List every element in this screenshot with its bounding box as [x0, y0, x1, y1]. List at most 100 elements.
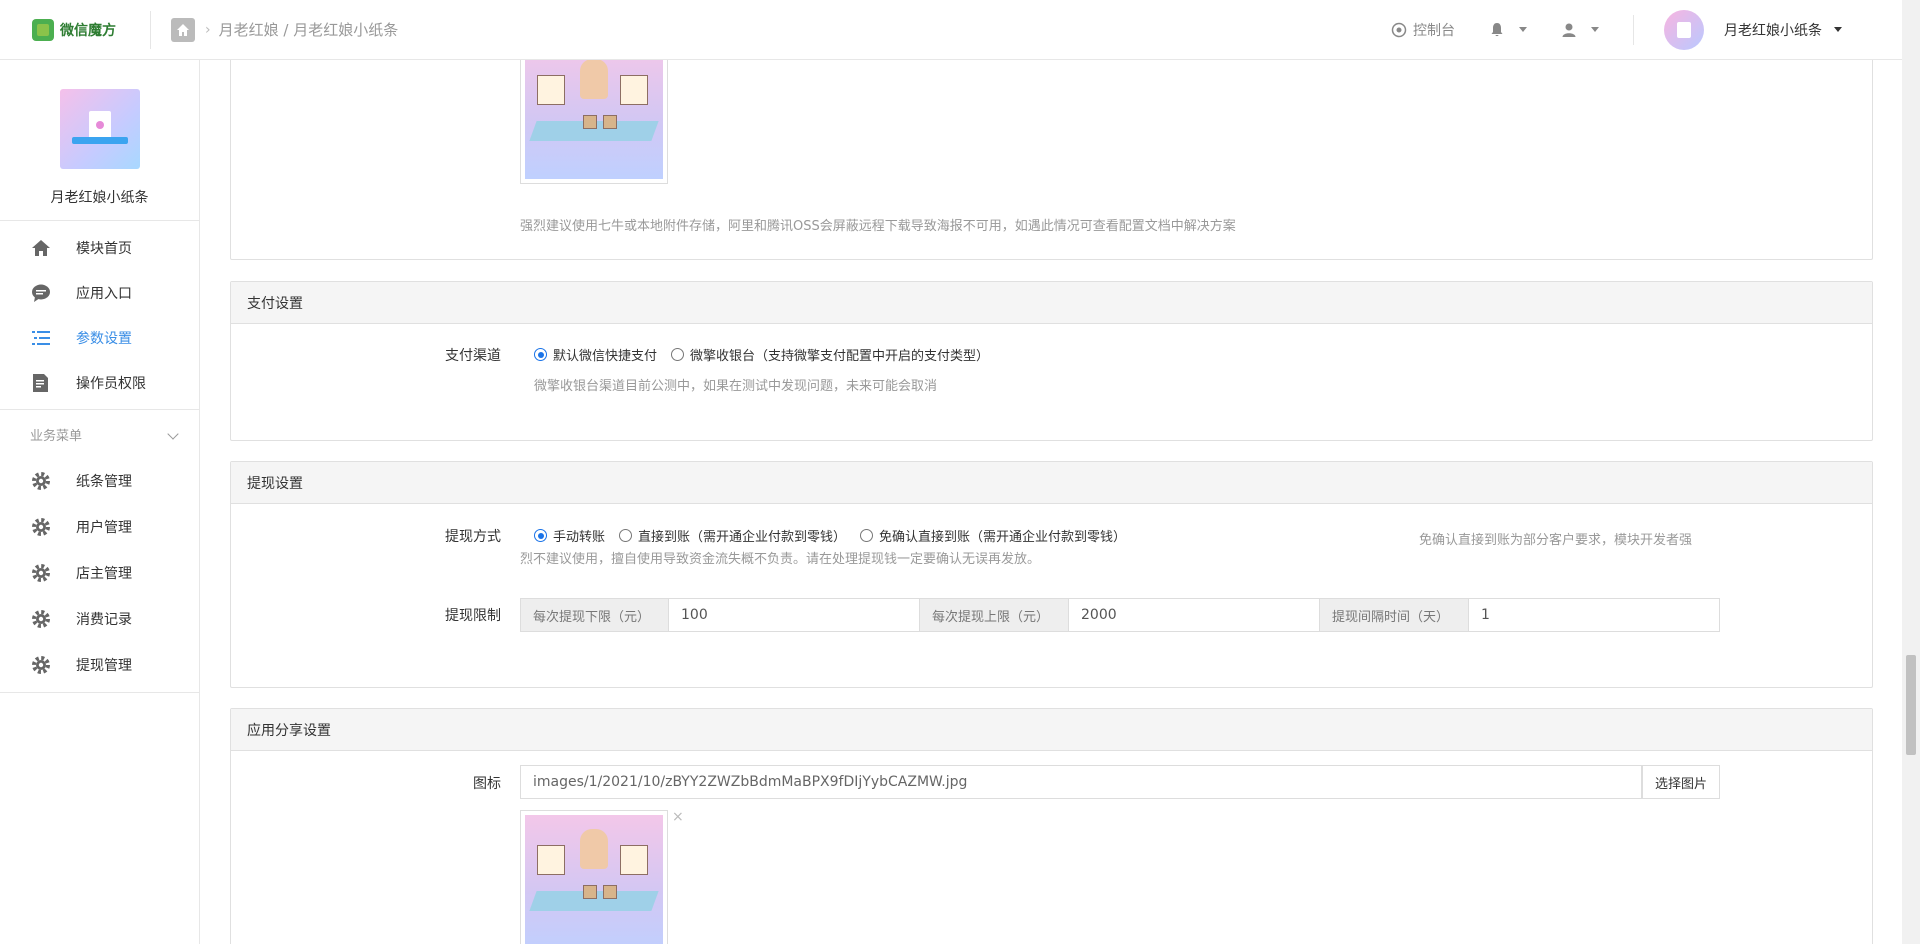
cube-logo-icon	[32, 18, 54, 41]
scrollbar-thumb[interactable]	[1906, 655, 1916, 755]
sidebar-item-label: 提现管理	[76, 658, 132, 674]
radio-dot	[534, 348, 547, 361]
sidebar-nav: 模块首页 应用入口 参数设置 操作员权限 业务菜单 纸条管理 用户管理 店主管理…	[0, 225, 199, 693]
share-icon-image	[525, 815, 663, 944]
share-icon-preview	[520, 810, 668, 944]
notification-menu[interactable]	[1489, 22, 1527, 38]
app-icon	[59, 89, 140, 169]
caret-down-icon	[1834, 27, 1842, 32]
radio-dot	[619, 529, 633, 542]
logo[interactable]: 微信魔方	[0, 18, 150, 41]
min-withdraw-input[interactable]: 100	[669, 599, 920, 631]
divider	[1633, 14, 1634, 45]
withdraw-warning-line2: 烈不建议使用，擅自使用导致资金流失概不负责。请在处理提现钱一定要确认无误再发放。	[520, 552, 1041, 567]
sidebar-item-params[interactable]: 参数设置	[0, 315, 199, 360]
sidebar-item-label: 参数设置	[76, 330, 132, 347]
panel-title: 应用分享设置	[231, 709, 1872, 751]
withdraw-method-options: 手动转账 直接到账（需开通企业付款到零钱） 免确认直接到账（需开通企业付款到零钱…	[534, 526, 1140, 545]
home-icon	[32, 239, 50, 256]
section-title: 业务菜单	[30, 428, 83, 444]
share-icon-path-input[interactable]: images/1/2021/10/zBYY2ZWZbBdmMaBPX9fDIjY…	[521, 766, 1642, 798]
list-icon	[32, 330, 50, 345]
poster-image	[525, 60, 663, 179]
radio-label: 手动转账	[553, 530, 606, 545]
radio-default-wechat-pay[interactable]: 默认微信快捷支付	[534, 345, 657, 364]
payment-channel-hint: 微擎收银台渠道目前公测中，如果在测试中发现问题，未来可能会取消	[534, 379, 938, 394]
withdraw-limit-group: 每次提现下限（元） 100 每次提现上限（元） 2000 提现间隔时间（天） 1	[520, 598, 1720, 632]
select-image-button[interactable]: 选择图片	[1641, 766, 1719, 798]
radio-direct-transfer[interactable]: 直接到账（需开通企业付款到零钱）	[619, 526, 846, 545]
business-menu-toggle[interactable]: 业务菜单	[0, 410, 199, 458]
divider	[150, 10, 151, 49]
breadcrumb[interactable]: 月老红娘 / 月老红娘小纸条	[219, 19, 399, 40]
sidebar-item-app-entry[interactable]: 应用入口	[0, 270, 199, 315]
radio-label: 免确认直接到账（需开通企业付款到零钱）	[879, 530, 1127, 545]
avatar	[1664, 9, 1704, 50]
payment-settings-panel: 支付设置 支付渠道 默认微信快捷支付 微擎收银台（支持微擎支付配置中开启的支付类…	[230, 281, 1873, 441]
poster-storage-hint: 强烈建议使用七牛或本地附件存储，阿里和腾讯OSS会屏蔽远程下载导致海报不可用，如…	[520, 219, 1236, 234]
sidebar-item-label: 模块首页	[76, 240, 132, 257]
account-dropdown[interactable]: 月老红娘小纸条	[1664, 9, 1842, 50]
share-icon-group: images/1/2021/10/zBYY2ZWZbBdmMaBPX9fDIjY…	[520, 765, 1720, 799]
min-withdraw-addon: 每次提现下限（元）	[521, 599, 669, 631]
radio-auto-direct-transfer[interactable]: 免确认直接到账（需开通企业付款到零钱）	[860, 526, 1126, 545]
sidebar-item-label: 用户管理	[76, 520, 132, 536]
console-link[interactable]: 控制台	[1391, 20, 1455, 40]
withdraw-interval-input[interactable]: 1	[1469, 599, 1719, 631]
radio-label: 默认微信快捷支付	[553, 349, 658, 364]
caret-down-icon	[1591, 27, 1599, 32]
bell-icon	[1491, 22, 1503, 36]
max-withdraw-addon: 每次提现上限（元）	[920, 599, 1069, 631]
radio-manual-transfer[interactable]: 手动转账	[534, 526, 605, 545]
sidebar-item-users[interactable]: 用户管理	[0, 504, 199, 550]
sidebar-item-label: 店主管理	[76, 566, 132, 582]
caret-down-icon	[1519, 27, 1527, 32]
sidebar-item-consumption-records[interactable]: 消费记录	[0, 596, 199, 642]
gear-icon	[32, 518, 50, 536]
sidebar-item-label: 纸条管理	[76, 474, 132, 490]
share-icon-label: 图标	[473, 776, 501, 792]
withdraw-interval-addon: 提现间隔时间（天）	[1320, 599, 1469, 631]
max-withdraw-input[interactable]: 2000	[1069, 599, 1320, 631]
gear-icon	[32, 610, 50, 628]
chevron-right-icon: ›	[205, 21, 211, 38]
document-edit-icon	[33, 373, 48, 392]
sidebar-item-label: 应用入口	[76, 285, 132, 302]
chat-icon	[32, 284, 50, 302]
radio-dot	[671, 348, 685, 361]
withdraw-warning-right: 免确认直接到账为部分客户要求，模块开发者强	[1419, 533, 1693, 548]
withdraw-limit-label: 提现限制	[445, 608, 501, 624]
account-name: 月老红娘小纸条	[1724, 22, 1822, 39]
poster-panel: 强烈建议使用七牛或本地附件存储，阿里和腾讯OSS会屏蔽远程下载导致海报不可用，如…	[230, 60, 1873, 260]
home-icon[interactable]	[171, 17, 195, 42]
app-card: 月老红娘小纸条	[0, 60, 199, 221]
poster-preview	[520, 60, 668, 184]
radio-dot	[534, 529, 547, 542]
sidebar-item-label: 消费记录	[76, 612, 132, 628]
radio-weiqing-cashier[interactable]: 微擎收银台（支持微擎支付配置中开启的支付类型）	[671, 345, 989, 364]
user-menu[interactable]	[1561, 22, 1599, 38]
radio-label: 微擎收银台（支持微擎支付配置中开启的支付类型）	[690, 349, 990, 364]
gear-icon	[32, 472, 50, 490]
gear-icon	[32, 656, 50, 674]
logo-text: 微信魔方	[60, 22, 116, 39]
remove-image-icon[interactable]: ×	[672, 809, 684, 825]
sidebar-item-notes[interactable]: 纸条管理	[0, 458, 199, 504]
withdraw-method-label: 提现方式	[445, 529, 501, 545]
page-scrollbar[interactable]	[1902, 0, 1920, 944]
sidebar-item-operator-permissions[interactable]: 操作员权限	[0, 360, 199, 405]
panel-title: 支付设置	[231, 282, 1872, 324]
sidebar: 月老红娘小纸条 模块首页 应用入口 参数设置 操作员权限 业务菜单 纸条管理 用…	[0, 60, 200, 944]
share-settings-panel: 应用分享设置 图标 images/1/2021/10/zBYY2ZWZbBdmM…	[230, 708, 1873, 944]
sidebar-item-withdrawals[interactable]: 提现管理	[0, 642, 199, 688]
main-content: 强烈建议使用七牛或本地附件存储，阿里和腾讯OSS会屏蔽远程下载导致海报不可用，如…	[200, 60, 1902, 944]
dashboard-icon	[1391, 22, 1407, 37]
withdraw-settings-panel: 提现设置 提现方式 手动转账 直接到账（需开通企业付款到零钱） 免确认直接到账（…	[230, 461, 1873, 688]
sidebar-item-shop-owners[interactable]: 店主管理	[0, 550, 199, 596]
top-bar: 微信魔方 › 月老红娘 / 月老红娘小纸条 控制台 月老红娘小纸条	[0, 0, 1902, 60]
sidebar-item-module-home[interactable]: 模块首页	[0, 225, 199, 270]
app-name: 月老红娘小纸条	[50, 190, 149, 206]
panel-title: 提现设置	[231, 462, 1872, 504]
sidebar-item-label: 操作员权限	[76, 375, 146, 392]
divider	[0, 692, 199, 693]
